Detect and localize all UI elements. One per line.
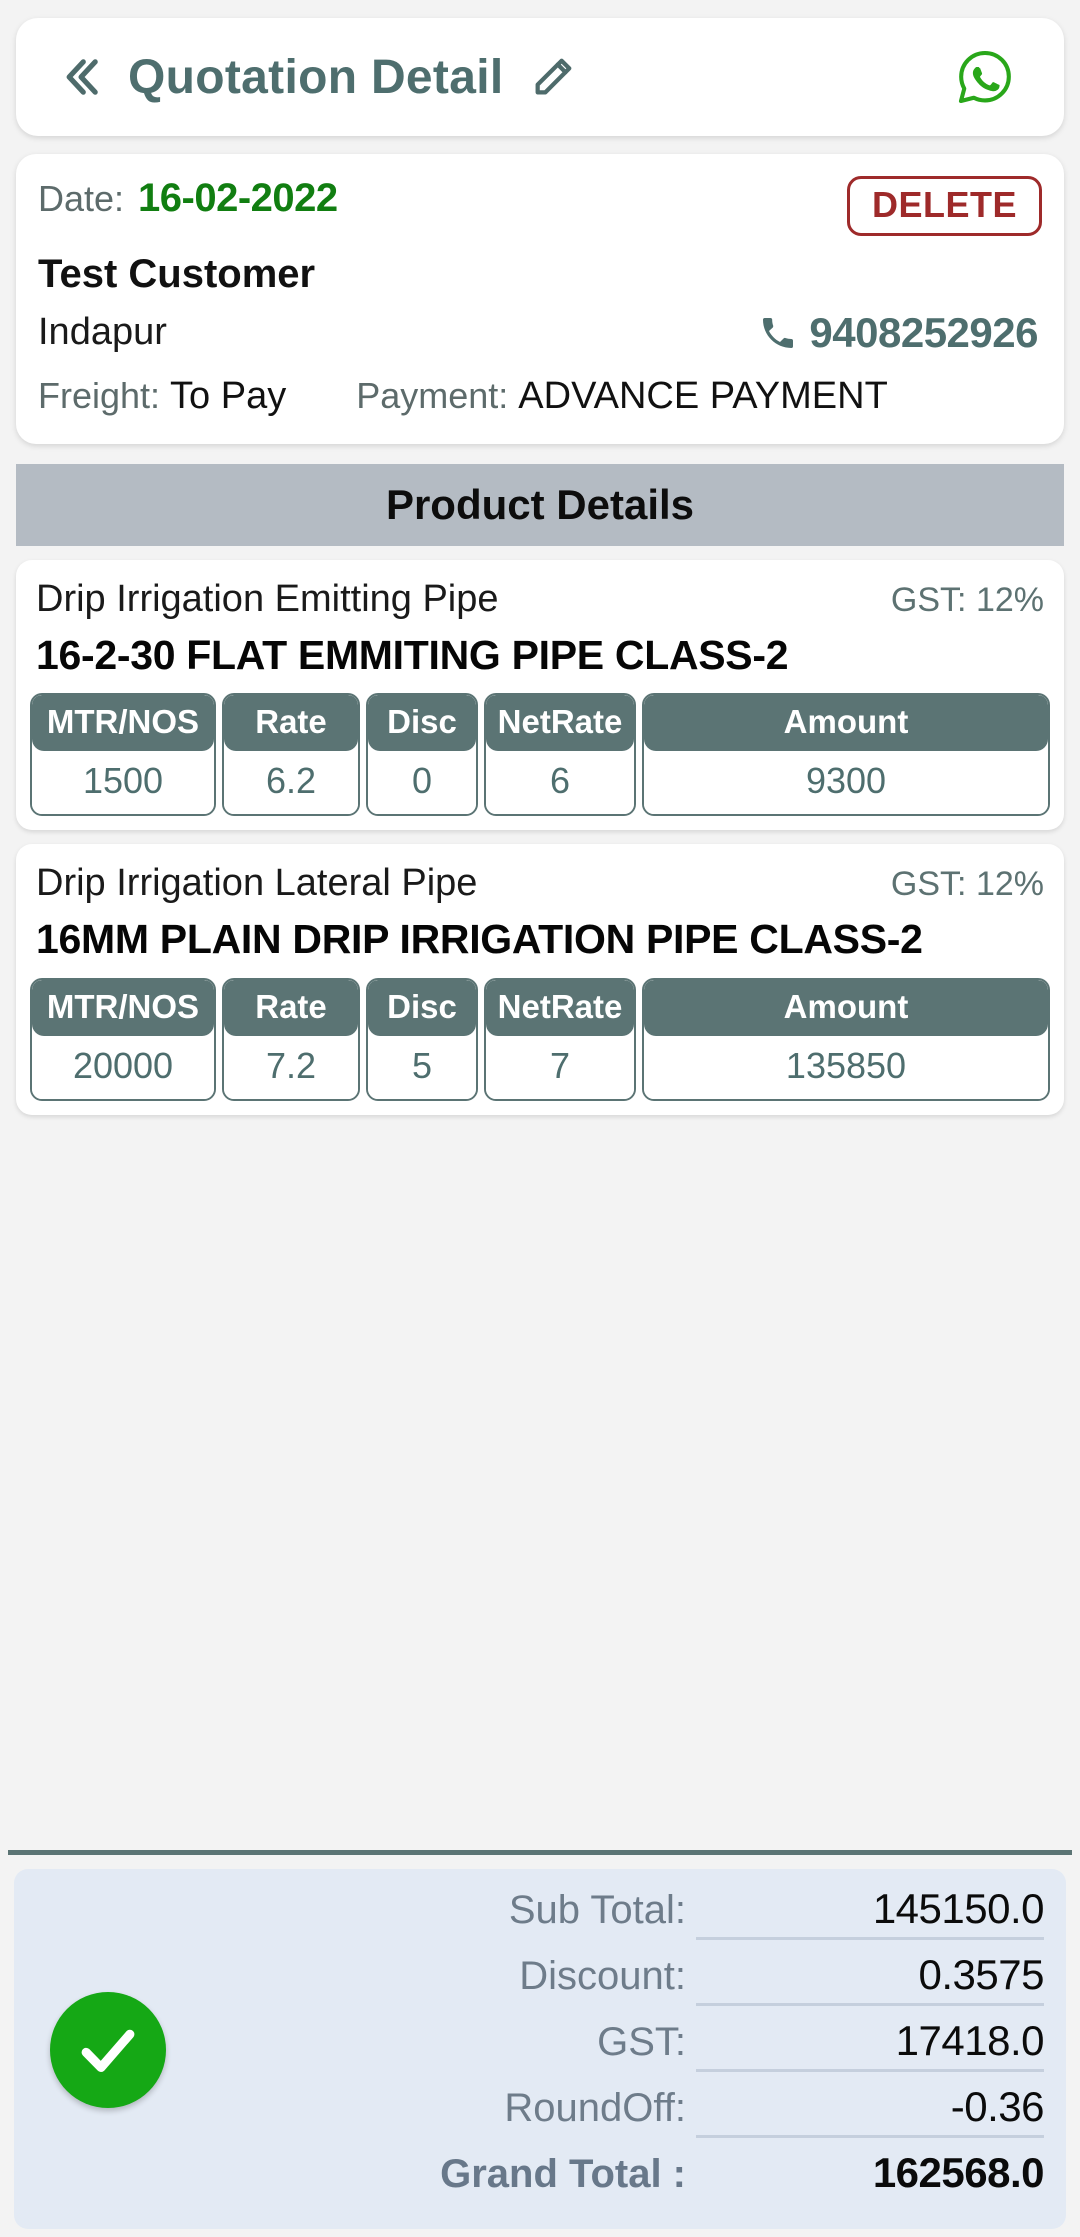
delete-button[interactable]: DELETE [846, 176, 1042, 236]
discount-value-box: 0.3575 [696, 1951, 1045, 2006]
grand-total-value-box: 162568.0 [696, 2149, 1045, 2201]
total-row-discount: Discount: 0.3575 [188, 1951, 1045, 2017]
total-row-gst: GST: 17418.0 [188, 2017, 1045, 2083]
phone-icon [757, 312, 799, 354]
column-rate: Rate 7.2 [222, 977, 360, 1101]
cell-netrate: 6 [486, 751, 634, 815]
totals-panel: Sub Total: 145150.0 Discount: 0.3575 GST… [14, 1869, 1066, 2229]
customer-name: Test Customer [38, 251, 316, 296]
product-header-row: Drip Irrigation Emitting Pipe GST: 12% [30, 578, 1050, 621]
column-header-qty: MTR/NOS [32, 979, 214, 1036]
roundoff-value: -0.36 [950, 2083, 1045, 2130]
product-gst: GST: 12% [890, 580, 1044, 619]
product-details-title: Product Details [385, 480, 695, 528]
payment-label: Payment: [356, 374, 509, 416]
customer-phone-group[interactable]: 9408252926 [757, 309, 1038, 357]
column-header-qty: MTR/NOS [32, 695, 214, 752]
gst-value: 17418.0 [895, 2017, 1045, 2064]
column-header-disc: Disc [368, 695, 476, 752]
product-header-row: Drip Irrigation Lateral Pipe GST: 12% [30, 862, 1050, 905]
customer-date-row: Date: 16-02-2022 DELETE [38, 176, 1042, 236]
cell-qty: 20000 [32, 1035, 214, 1099]
check-circle-icon [50, 1992, 166, 2108]
column-disc: Disc 5 [366, 977, 478, 1101]
roundoff-value-box: -0.36 [696, 2083, 1045, 2138]
cell-disc: 5 [368, 1035, 476, 1099]
cell-amount: 135850 [644, 1035, 1048, 1099]
product-values-table: MTR/NOS 20000 Rate 7.2 Disc 5 NetRate 7 … [30, 977, 1050, 1101]
column-rate: Rate 6.2 [222, 693, 360, 817]
cell-amount: 9300 [644, 751, 1048, 815]
product-name: 16MM PLAIN DRIP IRRIGATION PIPE CLASS-2 [36, 916, 923, 963]
product-values-table: MTR/NOS 1500 Rate 6.2 Disc 0 NetRate 6 A… [30, 693, 1050, 817]
discount-label: Discount: [519, 1954, 686, 1998]
double-chevron-left-icon[interactable] [54, 51, 106, 103]
column-netrate: NetRate 7 [484, 977, 636, 1101]
confirm-button[interactable] [28, 1992, 188, 2108]
payment-value: ADVANCE PAYMENT [518, 374, 888, 417]
date-group: Date: 16-02-2022 [38, 176, 338, 221]
bottom-divider [8, 1850, 1072, 1855]
column-header-rate: Rate [224, 979, 358, 1036]
column-qty: MTR/NOS 20000 [30, 977, 216, 1101]
column-netrate: NetRate 6 [484, 693, 636, 817]
customer-city: Indapur [38, 311, 167, 354]
freight-group: Freight: To Pay [38, 375, 286, 418]
product-name: 16-2-30 FLAT EMMITING PIPE CLASS-2 [36, 631, 789, 678]
product-details-header: Product Details [16, 463, 1064, 546]
product-list: Drip Irrigation Emitting Pipe GST: 12% 1… [16, 546, 1064, 1115]
column-header-amount: Amount [644, 979, 1048, 1036]
payment-group: Payment: ADVANCE PAYMENT [356, 375, 888, 418]
product-card[interactable]: Drip Irrigation Emitting Pipe GST: 12% 1… [16, 559, 1064, 831]
cell-disc: 0 [368, 751, 476, 815]
column-qty: MTR/NOS 1500 [30, 693, 216, 817]
gst-value-box: 17418.0 [696, 2017, 1045, 2072]
cell-qty: 1500 [32, 751, 214, 815]
total-row-grand: Grand Total : 162568.0 [188, 2149, 1044, 2215]
customer-info-card: Date: 16-02-2022 DELETE Test Customer In… [16, 154, 1064, 444]
column-amount: Amount 135850 [642, 977, 1050, 1101]
whatsapp-icon[interactable] [952, 44, 1018, 110]
grand-total-value: 162568.0 [872, 2149, 1045, 2196]
quotation-detail-screen: Quotation Detail Date: 16-02-2022 DELETE… [0, 0, 1080, 2237]
column-header-disc: Disc [368, 979, 476, 1036]
column-header-netrate: NetRate [486, 695, 634, 752]
column-header-rate: Rate [224, 695, 358, 752]
column-amount: Amount 9300 [642, 693, 1050, 817]
freight-payment-row: Freight: To Pay Payment: ADVANCE PAYMENT [38, 375, 1042, 418]
discount-value: 0.3575 [918, 1951, 1045, 1998]
date-value: 16-02-2022 [138, 176, 338, 220]
subtotal-value-box: 145150.0 [696, 1885, 1045, 1940]
pencil-icon[interactable] [529, 53, 577, 101]
freight-label: Freight: [38, 374, 161, 416]
column-header-amount: Amount [644, 695, 1048, 752]
product-category: Drip Irrigation Emitting Pipe [36, 577, 499, 620]
date-label: Date: [38, 178, 125, 219]
totals-rows: Sub Total: 145150.0 Discount: 0.3575 GST… [188, 1885, 1044, 2215]
cell-rate: 6.2 [224, 751, 358, 815]
cell-rate: 7.2 [224, 1035, 358, 1099]
total-row-roundoff: RoundOff: -0.36 [188, 2083, 1045, 2149]
total-row-subtotal: Sub Total: 145150.0 [188, 1885, 1045, 1951]
customer-contact-row: Indapur 9408252926 [38, 309, 1042, 357]
subtotal-label: Sub Total: [508, 1888, 686, 1932]
roundoff-label: RoundOff: [504, 2086, 686, 2130]
app-bar: Quotation Detail [16, 18, 1064, 136]
freight-value: To Pay [170, 374, 287, 417]
subtotal-value: 145150.0 [872, 1885, 1045, 1932]
page-title: Quotation Detail [128, 50, 504, 104]
product-category: Drip Irrigation Lateral Pipe [36, 862, 478, 905]
column-disc: Disc 0 [366, 693, 478, 817]
grand-total-label: Grand Total : [440, 2152, 686, 2196]
product-gst: GST: 12% [890, 865, 1044, 904]
gst-label: GST: [597, 2020, 686, 2064]
cell-netrate: 7 [486, 1035, 634, 1099]
column-header-netrate: NetRate [486, 979, 634, 1036]
customer-phone-number: 9408252926 [809, 308, 1038, 356]
product-card[interactable]: Drip Irrigation Lateral Pipe GST: 12% 16… [16, 844, 1064, 1115]
